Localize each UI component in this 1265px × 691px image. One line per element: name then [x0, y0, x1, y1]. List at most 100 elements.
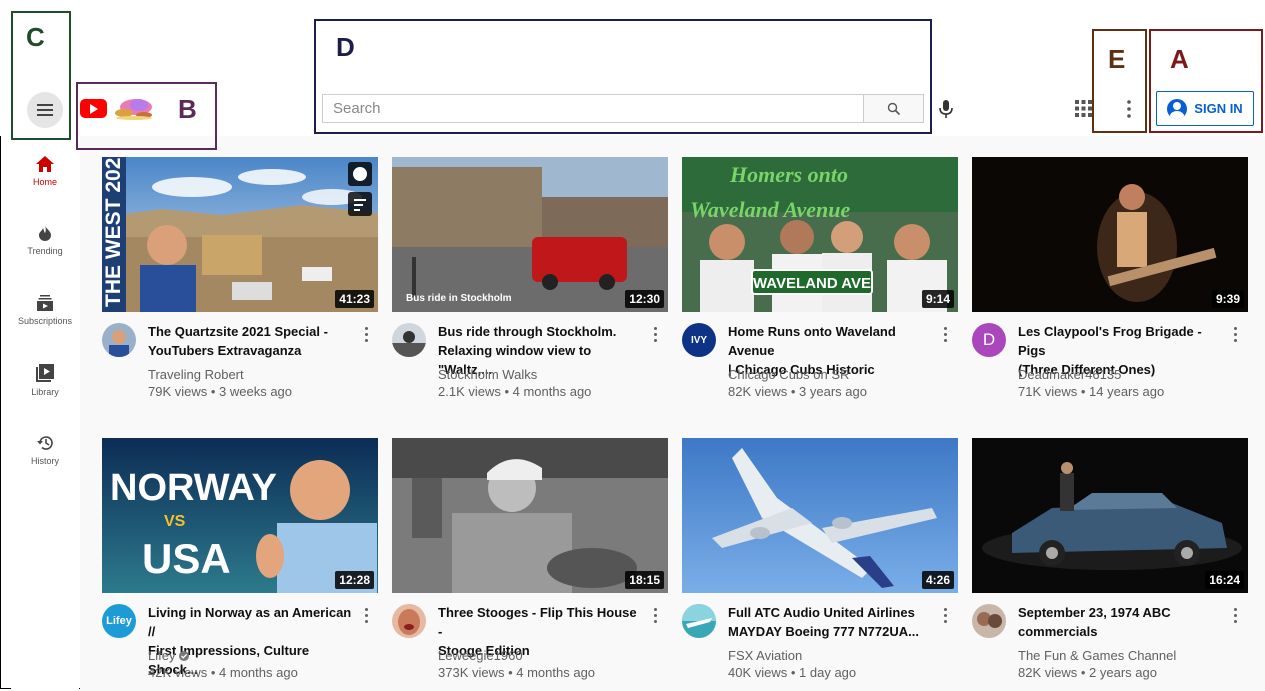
video-thumbnail[interactable]: Bus ride in Stockholm 12:30 [392, 157, 668, 312]
video-meta: 71K views • 14 years ago [1018, 384, 1165, 399]
video-thumbnail[interactable]: 4:26 [682, 438, 958, 593]
thumbnail-image: Homers onto Waveland Avenue WAVELAND AVE [682, 157, 958, 312]
thumbnail-image [682, 438, 958, 593]
sidebar-item-label: Subscriptions [17, 316, 73, 326]
duration-badge: 12:30 [625, 290, 664, 308]
video-title-line: September 23, 1974 ABC [1018, 605, 1171, 620]
thumbnail-script-text: Waveland Avenue [690, 197, 851, 222]
channel-avatar[interactable]: Lifey [102, 604, 136, 638]
sidebar-item-label: Home [32, 177, 57, 187]
mini-guide-sidebar [11, 140, 79, 689]
flame-icon [39, 225, 51, 241]
more-actions-icon[interactable] [365, 327, 369, 343]
thumbnail-image: THE WEST 2021 [102, 157, 378, 312]
thumbnail-vs-text: VS [164, 513, 186, 530]
channel-avatar[interactable] [102, 323, 136, 357]
thumbnail-image: Bus ride in Stockholm [392, 157, 668, 312]
sidebar-item-subscriptions[interactable]: Subscriptions [11, 295, 79, 326]
thumbnail-big-text: NORWAY [110, 467, 277, 509]
sidebar-item-home[interactable]: Home [11, 156, 79, 187]
annotation-box-a [1149, 29, 1263, 133]
sidebar-item-history[interactable]: History [11, 435, 79, 466]
video-title[interactable]: Full ATC Audio United Airlines MAYDAY Boe… [728, 603, 928, 641]
duration-badge: 12:28 [335, 571, 374, 589]
video-meta: 82K views • 2 years ago [1018, 665, 1157, 680]
channel-avatar-text: D [982, 330, 996, 349]
more-actions-icon[interactable] [1234, 327, 1238, 343]
video-meta: 79K views • 3 weeks ago [148, 384, 293, 399]
sidebar-item-trending[interactable]: Trending [11, 225, 79, 256]
channel-avatar[interactable]: D [972, 323, 1006, 357]
annotation-label-d: D [336, 32, 355, 62]
channel-name[interactable]: Leweegie1960 [438, 648, 523, 663]
microphone-icon[interactable] [938, 99, 954, 119]
channel-name[interactable]: Deadmaker46135 [1018, 367, 1121, 382]
duration-badge: 9:14 [921, 290, 954, 308]
video-thumbnail[interactable]: Homers onto Waveland Avenue WAVELAND AVE… [682, 157, 958, 312]
verified-badge-icon [179, 651, 190, 661]
duration-badge: 4:26 [921, 571, 954, 589]
video-title-line: The Quartzsite 2021 Special - [148, 324, 328, 339]
channel-name[interactable]: The Fun & Games Channel [1018, 648, 1176, 663]
thumbnail-image: NORWAY VS USA [102, 438, 378, 593]
sidebar-item-library[interactable]: Library [11, 364, 79, 397]
thumbnail-big-text: USA [142, 535, 231, 582]
more-actions-icon[interactable] [1234, 608, 1238, 624]
apps-grid-icon[interactable] [1075, 100, 1092, 117]
duration-badge: 18:15 [625, 571, 664, 589]
video-meta: 373K views • 4 months ago [438, 665, 596, 680]
duration-badge: 41:23 [335, 290, 374, 308]
more-actions-icon[interactable] [365, 608, 369, 624]
thumbnail-side-text: THE WEST 2021 [102, 157, 125, 307]
sidebar-item-label: History [30, 456, 59, 466]
video-title[interactable]: The Quartzsite 2021 Special - YouTubers E… [148, 322, 348, 360]
video-title-line: commercials [1018, 624, 1098, 639]
channel-avatar[interactable] [392, 323, 426, 357]
video-thumbnail[interactable]: 18:15 [392, 438, 668, 593]
thumbnail-caption: Bus ride in Stockholm [406, 293, 512, 304]
more-actions-icon[interactable] [654, 608, 658, 624]
channel-avatar-text: IVY [690, 334, 708, 346]
channel-avatar-text: Lifey [106, 615, 132, 627]
video-meta: 82K views • 3 years ago [728, 384, 867, 399]
channel-name-text: Lifey [148, 648, 176, 663]
video-thumbnail[interactable]: THE WEST 2021 41:23 [102, 157, 378, 312]
channel-name[interactable]: FSX Aviation [728, 648, 802, 663]
channel-name[interactable]: Lifey [148, 648, 190, 663]
video-title-line: Home Runs onto Waveland Avenue [728, 324, 896, 358]
video-meta: 42K views • 4 months ago [148, 665, 298, 680]
thumbnail-image [972, 157, 1248, 312]
video-thumbnail[interactable]: 9:39 [972, 157, 1248, 312]
thumbnail-script-text: Homers onto [729, 162, 848, 187]
channel-avatar[interactable] [392, 604, 426, 638]
more-actions-icon[interactable] [944, 327, 948, 343]
thumbnail-sign-text: WAVELAND AVE [753, 275, 871, 292]
video-thumbnail[interactable]: 16:24 [972, 438, 1248, 593]
video-thumbnail[interactable]: NORWAY VS USA 12:28 [102, 438, 378, 593]
channel-name[interactable]: Traveling Robert [148, 367, 244, 382]
thumbnail-image [972, 438, 1248, 593]
annotation-label-a: A [1170, 44, 1189, 74]
video-title[interactable]: September 23, 1974 ABC commercials [1018, 603, 1218, 641]
annotation-label-c: C [26, 22, 45, 52]
video-title-line: Full ATC Audio United Airlines [728, 605, 915, 620]
channel-avatar[interactable]: IVY [682, 323, 716, 357]
history-icon [37, 436, 53, 450]
duration-badge: 16:24 [1205, 571, 1244, 589]
channel-name[interactable]: Chicago Cubs on SR [728, 367, 849, 382]
channel-avatar[interactable] [972, 604, 1006, 638]
thumbnail-image [392, 438, 668, 593]
library-icon [36, 364, 54, 382]
more-actions-icon[interactable] [654, 327, 658, 343]
video-title-line: Living in Norway as an American // [148, 605, 352, 639]
video-meta: 2.1K views • 4 months ago [438, 384, 592, 399]
channel-name[interactable]: Stockholm Walks [438, 367, 537, 382]
video-title-line: Bus ride through Stockholm. [438, 324, 617, 339]
sidebar-item-label: Library [31, 387, 59, 397]
video-title-line: YouTubers Extravaganza [148, 343, 302, 358]
annotation-box-d [314, 19, 932, 134]
annotation-label-e: E [1108, 44, 1126, 74]
channel-avatar[interactable] [682, 604, 716, 638]
annotation-label-b: B [178, 94, 197, 124]
more-actions-icon[interactable] [944, 608, 948, 624]
